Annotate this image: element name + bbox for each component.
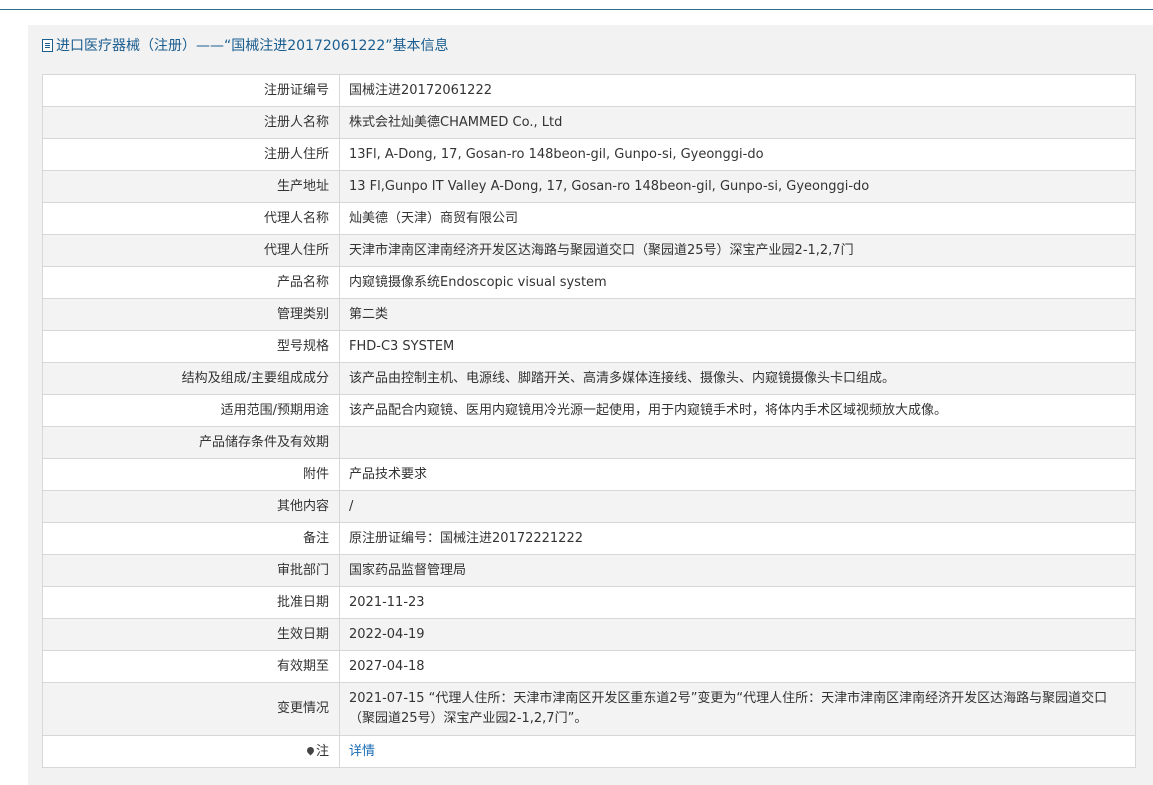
row-label: 生效日期: [42, 618, 340, 651]
row-label: 注册人住所: [42, 138, 340, 171]
table-row: 其他内容 /: [42, 490, 1136, 523]
row-value: 第二类: [339, 298, 1136, 331]
info-table: 注册证编号 国械注进20172061222 注册人名称 株式会社灿美德CHAMMED…: [42, 74, 1136, 768]
table-row: 结构及组成/主要组成成分 该产品由控制主机、电源线、脚踏开关、高清多媒体连接线、摄…: [42, 362, 1136, 395]
row-value: 2021-11-23: [339, 586, 1136, 619]
top-divider: [0, 9, 1153, 10]
row-value: 内窥镜摄像系统Endoscopic visual system: [339, 266, 1136, 299]
row-label: 管理类别: [42, 298, 340, 331]
note-label: 注: [315, 743, 329, 759]
row-label: 生产地址: [42, 170, 340, 203]
detail-link[interactable]: 详情: [349, 744, 375, 759]
row-value: 13 Fl,Gunpo IT Valley A-Dong, 17, Gosan-…: [339, 170, 1136, 203]
table-row: 批准日期 2021-11-23: [42, 586, 1136, 619]
row-label: 备注: [42, 522, 340, 555]
row-value: 产品技术要求: [339, 458, 1136, 491]
row-label: 附件: [42, 458, 340, 491]
page-title: 进口医疗器械（注册）——“国械注进20172061222”基本信息: [56, 38, 449, 54]
row-label: 变更情况: [42, 682, 340, 736]
row-value: 天津市津南区津南经济开发区达海路与聚园道交口（聚园道25号）深宝产业园2-1,2…: [339, 234, 1136, 267]
row-label: 型号规格: [42, 330, 340, 363]
note-value-cell: 详情: [339, 735, 1136, 768]
row-label: 代理人住所: [42, 234, 340, 267]
row-value: 2021-07-15 “代理人住所：天津市津南区开发区重东道2号”变更为“代理人…: [339, 682, 1136, 736]
table-row: 变更情况 2021-07-15 “代理人住所：天津市津南区开发区重东道2号”变更为…: [42, 682, 1136, 736]
table-row: 产品名称 内窥镜摄像系统Endoscopic visual system: [42, 266, 1136, 299]
table-row: 生效日期 2022-04-19: [42, 618, 1136, 651]
row-label: 产品名称: [42, 266, 340, 299]
row-label: 注册证编号: [42, 74, 340, 107]
table-row: 代理人住所 天津市津南区津南经济开发区达海路与聚园道交口（聚园道25号）深宝产业园…: [42, 234, 1136, 267]
pin-icon: [307, 747, 314, 756]
row-value: 2027-04-18: [339, 650, 1136, 683]
table-row: 有效期至 2027-04-18: [42, 650, 1136, 683]
row-value: /: [339, 490, 1136, 523]
table-row: 适用范围/预期用途 该产品配合内窥镜、医用内窥镜用冷光源一起使用，用于内窥镜手术时…: [42, 394, 1136, 427]
table-row: 注册证编号 国械注进20172061222: [42, 74, 1136, 107]
table-row: 附件 产品技术要求: [42, 458, 1136, 491]
row-label: 产品储存条件及有效期: [42, 426, 340, 459]
row-value: 国家药品监督管理局: [339, 554, 1136, 587]
row-label: 批准日期: [42, 586, 340, 619]
row-value: [339, 426, 1136, 459]
row-label: 代理人名称: [42, 202, 340, 235]
row-label: 审批部门: [42, 554, 340, 587]
table-row: 备注 原注册证编号：国械注进20172221222: [42, 522, 1136, 555]
panel-header: 进口医疗器械（注册）——“国械注进20172061222”基本信息: [42, 35, 448, 55]
table-row: 注册人名称 株式会社灿美德CHAMMED Co., Ltd: [42, 106, 1136, 139]
row-label: 其他内容: [42, 490, 340, 523]
row-value: 国械注进20172061222: [339, 74, 1136, 107]
row-value: 株式会社灿美德CHAMMED Co., Ltd: [339, 106, 1136, 139]
table-row: 型号规格 FHD-C3 SYSTEM: [42, 330, 1136, 363]
document-icon: [42, 38, 53, 52]
row-value: 该产品配合内窥镜、医用内窥镜用冷光源一起使用，用于内窥镜手术时，将体内手术区域视…: [339, 394, 1136, 427]
table-row: 注册人住所 13Fl, A-Dong, 17, Gosan-ro 148beon-…: [42, 138, 1136, 171]
table-row: 审批部门 国家药品监督管理局: [42, 554, 1136, 587]
row-value: 2022-04-19: [339, 618, 1136, 651]
row-label: 适用范围/预期用途: [42, 394, 340, 427]
row-value: FHD-C3 SYSTEM: [339, 330, 1136, 363]
row-label: 有效期至: [42, 650, 340, 683]
row-label: 注册人名称: [42, 106, 340, 139]
table-row: 生产地址 13 Fl,Gunpo IT Valley A-Dong, 17, Go…: [42, 170, 1136, 203]
note-row: 注 详情: [42, 735, 1136, 768]
table-row: 产品储存条件及有效期: [42, 426, 1136, 459]
row-value: 灿美德（天津）商贸有限公司: [339, 202, 1136, 235]
table-row: 管理类别 第二类: [42, 298, 1136, 331]
row-value: 该产品由控制主机、电源线、脚踏开关、高清多媒体连接线、摄像头、内窥镜摄像头卡口组…: [339, 362, 1136, 395]
row-label: 结构及组成/主要组成成分: [42, 362, 340, 395]
info-panel: 进口医疗器械（注册）——“国械注进20172061222”基本信息 注册证编号国…: [28, 25, 1153, 785]
row-value: 13Fl, A-Dong, 17, Gosan-ro 148beon-gil, …: [339, 138, 1136, 171]
row-value: 原注册证编号：国械注进20172221222: [339, 522, 1136, 555]
note-label-cell: 注: [42, 735, 340, 768]
table-row: 代理人名称 灿美德（天津）商贸有限公司: [42, 202, 1136, 235]
